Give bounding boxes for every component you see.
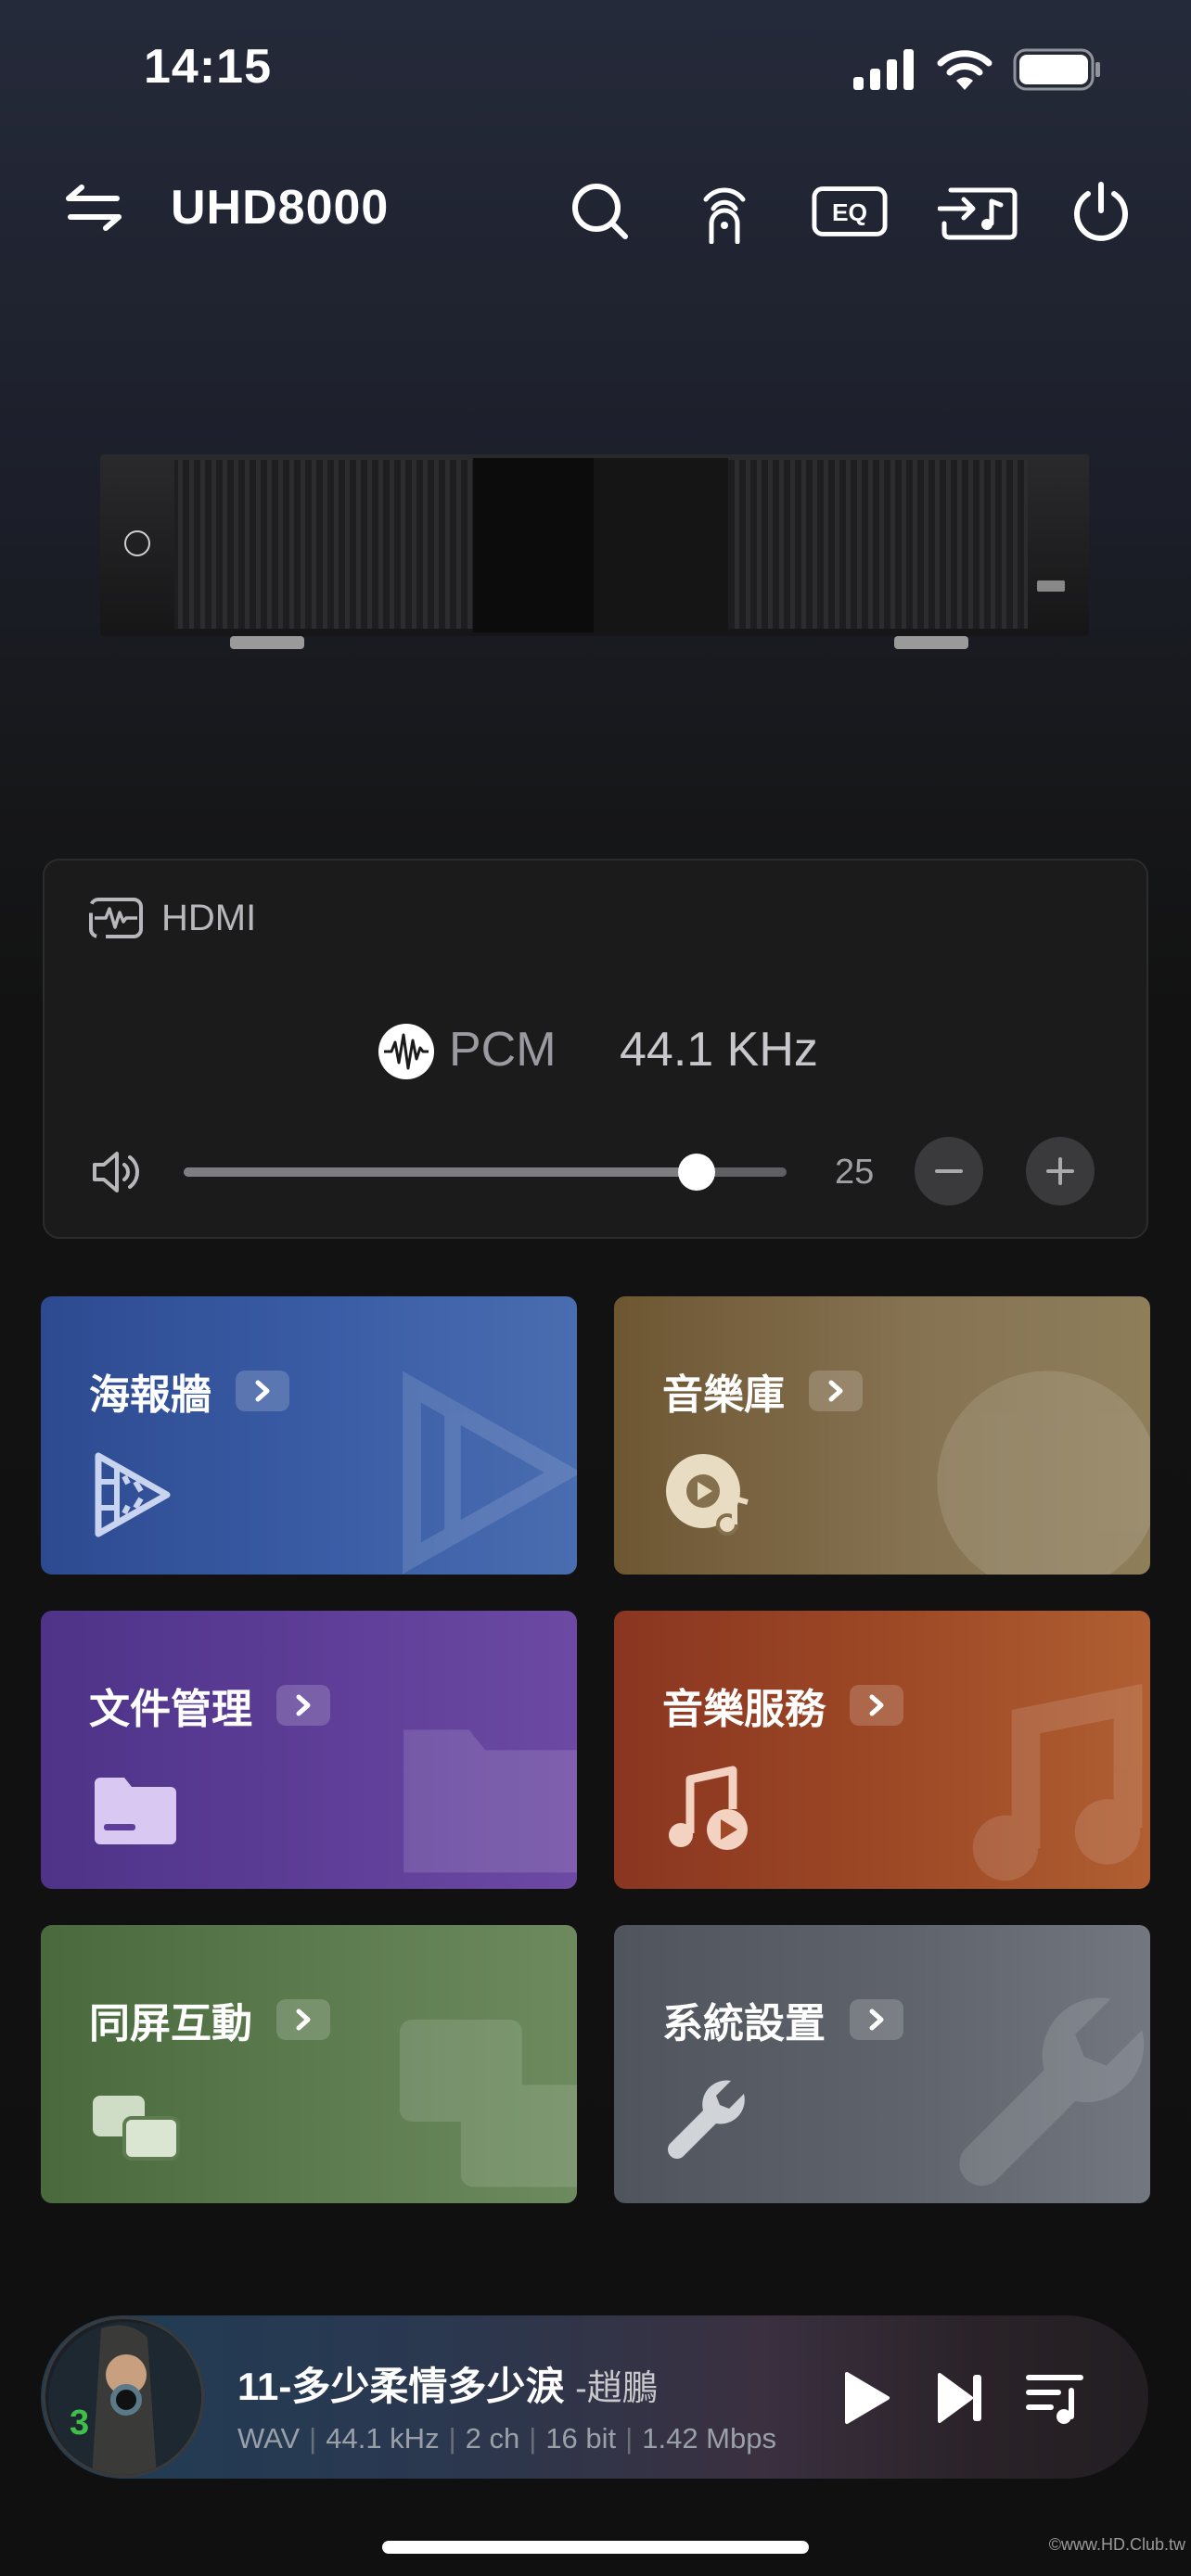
track-meta: WAV | 44.1 kHz | 2 ch | 16 bit | 1.42 Mbps (237, 2422, 776, 2455)
chevron-right-icon (276, 1999, 330, 2040)
tile-label: 音樂服務 (662, 1687, 826, 1732)
power-button[interactable] (1063, 174, 1139, 249)
playlist-button[interactable] (1020, 2363, 1091, 2433)
speaker-icon (93, 1152, 139, 1192)
wrench-icon (668, 2080, 745, 2159)
remote-icon (703, 187, 746, 244)
input-source-button[interactable] (937, 174, 1018, 249)
player-device-illustration (100, 454, 1089, 649)
music-note-play-icon (669, 1766, 748, 1850)
sample-rate-label: 44.1 KHz (620, 1023, 818, 1077)
track-artist: -趙鵬 (575, 2369, 658, 2408)
tile-label: 海報牆 (89, 1372, 211, 1418)
signal-icon (853, 49, 914, 90)
album-art[interactable]: 3 (43, 2316, 204, 2478)
status-time: 14:15 (144, 40, 272, 94)
next-track-button[interactable] (926, 2363, 996, 2433)
play-icon (845, 2372, 890, 2424)
chevron-right-icon (236, 1371, 289, 1411)
volume-slider-fill (184, 1167, 697, 1177)
home-indicator[interactable] (382, 2541, 809, 2554)
device-image (100, 454, 1089, 649)
tile-system-settings[interactable]: 系統設置 (614, 1925, 1150, 2203)
search-icon (572, 184, 628, 239)
eq-button[interactable]: EQ (812, 174, 888, 249)
skip-next-icon (938, 2373, 981, 2423)
meta-sample-rate: 44.1 kHz (326, 2422, 440, 2455)
playlist-icon (1026, 2375, 1083, 2424)
volume-down-button[interactable] (915, 1137, 983, 1205)
tile-music-service[interactable]: 音樂服務 (614, 1611, 1150, 1889)
tile-poster-wall[interactable]: 海報牆 (41, 1296, 577, 1575)
meta-bitrate: 1.42 Mbps (642, 2422, 776, 2455)
meta-format: WAV (237, 2422, 301, 2455)
chevron-right-icon (809, 1371, 863, 1411)
input-switch-icon (938, 187, 1018, 240)
search-button[interactable] (562, 174, 638, 249)
svg-text:EQ: EQ (832, 198, 867, 226)
chevron-right-icon (850, 1999, 903, 2040)
eq-icon: EQ (812, 186, 888, 236)
tile-music-library[interactable]: 音樂庫 (614, 1296, 1150, 1575)
switch-device-button[interactable] (65, 184, 130, 239)
plus-icon (1046, 1157, 1074, 1185)
meta-channels: 2 ch (465, 2422, 520, 2455)
volume-value: 25 (835, 1153, 875, 1192)
track-name: 11-多少柔情多少淚 (237, 2365, 565, 2408)
film-play-icon (95, 1452, 171, 1537)
screen-mirror-icon (93, 2096, 180, 2161)
audio-format-label: PCM (449, 1023, 557, 1077)
svg-text:3: 3 (70, 2404, 89, 2442)
tile-label: 文件管理 (89, 1687, 252, 1732)
chevron-right-icon (276, 1685, 330, 1726)
wifi-icon (937, 50, 992, 90)
chevron-right-icon (850, 1685, 903, 1726)
volume-up-button[interactable] (1026, 1137, 1095, 1205)
disc-music-icon (666, 1454, 749, 1536)
tile-label: 音樂庫 (662, 1372, 785, 1418)
swap-arrows-icon (66, 185, 122, 231)
meta-bit-depth: 16 bit (545, 2422, 617, 2455)
status-icons (853, 48, 1102, 91)
waveform-icon (378, 1024, 434, 1084)
play-button[interactable] (831, 2363, 902, 2433)
volume-slider-knob[interactable] (677, 1154, 715, 1191)
tile-label: 同屏互動 (89, 2001, 252, 2047)
remote-button[interactable] (686, 174, 762, 249)
tile-label: 系統設置 (662, 2001, 826, 2047)
volume-mute-button[interactable] (89, 1146, 145, 1203)
folder-icon (95, 1778, 176, 1844)
device-name[interactable]: UHD8000 (171, 180, 389, 236)
hdmi-icon (87, 894, 145, 947)
tile-file-manager[interactable]: 文件管理 (41, 1611, 577, 1889)
track-title[interactable]: 11-多少柔情多少淚 -趙鵬 (237, 2355, 658, 2412)
power-icon (1074, 182, 1128, 241)
minus-icon (935, 1169, 963, 1173)
battery-icon (1013, 48, 1100, 91)
tile-screen-mirror[interactable]: 同屏互動 (41, 1925, 577, 2203)
input-source-label: HDMI (161, 898, 257, 938)
watermark-text: ©www.HD.Club.tw (1048, 2535, 1185, 2554)
